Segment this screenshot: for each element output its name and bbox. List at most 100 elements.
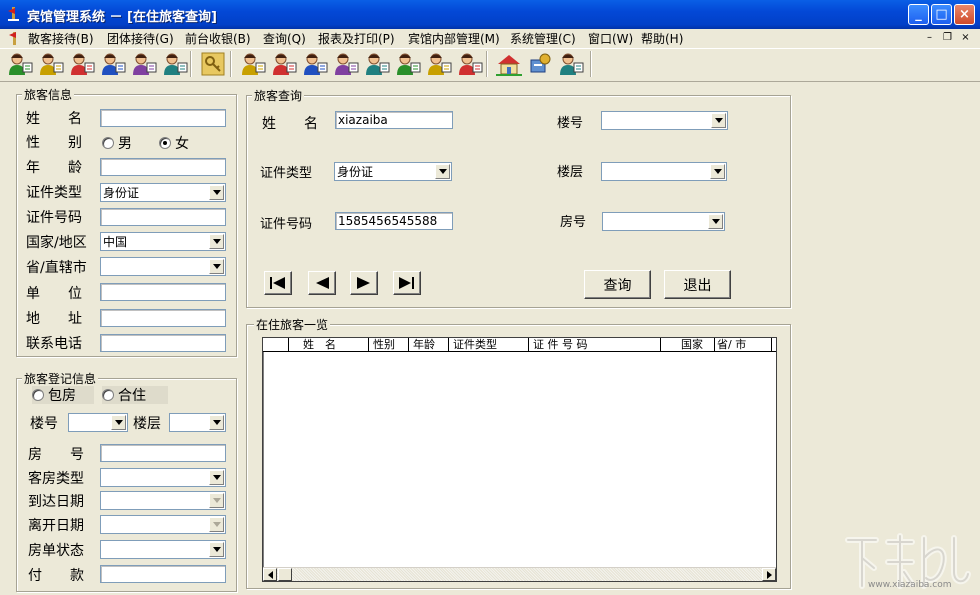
- id-number-field[interactable]: [100, 208, 226, 226]
- menu-internal[interactable]: 宾馆内部管理(M): [408, 30, 500, 47]
- user-icon: [560, 53, 584, 75]
- key-button[interactable]: [200, 51, 226, 77]
- maximize-button[interactable]: □: [931, 4, 952, 25]
- phone-field[interactable]: [100, 334, 226, 352]
- group-checkout-button[interactable]: [131, 51, 157, 77]
- company-field[interactable]: [100, 283, 226, 301]
- guest-transfer-icon: [71, 53, 95, 75]
- menu-query[interactable]: 查询(Q): [263, 30, 306, 47]
- option-shared-room-radio[interactable]: 合住: [102, 386, 168, 404]
- query-floor-label: 楼层: [557, 165, 584, 180]
- menu-cashier[interactable]: 前台收银(B): [185, 30, 251, 47]
- age-field[interactable]: [100, 158, 226, 176]
- next-record-button[interactable]: [350, 271, 378, 295]
- query-room-button[interactable]: [271, 51, 297, 77]
- column-header-id-type[interactable]: 证件类型: [449, 338, 529, 352]
- room-number-label: 房 号: [28, 447, 84, 463]
- gender-male-radio[interactable]: 男: [102, 134, 150, 152]
- province-select[interactable]: [100, 257, 226, 276]
- report-button[interactable]: [333, 51, 359, 77]
- query-id-type-select[interactable]: 身份证: [334, 162, 452, 181]
- menu-window[interactable]: 窗口(W): [588, 30, 633, 47]
- room-status-select[interactable]: [100, 540, 226, 559]
- mdi-minimize-button[interactable]: –: [922, 31, 937, 45]
- print-icon: [366, 53, 390, 75]
- exit-button[interactable]: 退出: [664, 270, 731, 299]
- mdi-close-button[interactable]: ×: [958, 31, 973, 45]
- room-type-select[interactable]: [100, 468, 226, 487]
- last-record-button[interactable]: [393, 271, 421, 295]
- chevron-down-icon: [209, 493, 224, 508]
- gender-female-radio[interactable]: 女: [159, 134, 207, 152]
- settings-button[interactable]: [457, 51, 483, 77]
- departure-date-picker[interactable]: [100, 515, 226, 534]
- menu-reports[interactable]: 报表及打印(P): [318, 30, 395, 47]
- chevron-down-icon: [111, 415, 126, 430]
- id-type-select[interactable]: 身份证: [100, 183, 226, 202]
- option-whole-room-radio[interactable]: 包房: [32, 386, 94, 404]
- column-header-country[interactable]: 国家: [661, 338, 715, 352]
- chevron-down-icon: [209, 234, 224, 249]
- menu-help[interactable]: 帮助(H): [641, 30, 683, 47]
- scrollbar-thumb[interactable]: [278, 568, 292, 581]
- guest-list-table[interactable]: 姓 名 性别 年龄 证件类型 证 件 号 码 国家 省/ 市: [262, 337, 777, 582]
- chevron-down-icon: [209, 470, 224, 485]
- column-header-province[interactable]: 省/ 市: [715, 338, 772, 352]
- menu-walkin[interactable]: 散客接待(B): [28, 30, 94, 47]
- query-room-select[interactable]: [602, 212, 725, 231]
- chevron-down-icon: [209, 517, 224, 532]
- chevron-down-icon: [711, 113, 726, 128]
- address-field[interactable]: [100, 309, 226, 327]
- query-guest-icon: [242, 53, 266, 75]
- query-floor-select[interactable]: [601, 162, 727, 181]
- query-bill-button[interactable]: [302, 51, 328, 77]
- home-button[interactable]: [496, 51, 522, 77]
- query-building-select[interactable]: [601, 111, 728, 130]
- query-id-type-label: 证件类型: [260, 166, 313, 181]
- horizontal-scrollbar[interactable]: [263, 567, 776, 581]
- menu-group[interactable]: 团体接待(G): [107, 30, 174, 47]
- user-button[interactable]: [558, 51, 584, 77]
- chevron-down-icon: [710, 164, 725, 179]
- group-transfer-button[interactable]: [162, 51, 188, 77]
- column-header-id-number[interactable]: 证 件 号 码: [529, 338, 661, 352]
- guest-checkout-button[interactable]: [38, 51, 64, 77]
- column-header-gender[interactable]: 性别: [369, 338, 409, 352]
- query-name-label: 姓 名: [262, 116, 318, 132]
- staff-button[interactable]: [395, 51, 421, 77]
- group-checkin-button[interactable]: [100, 51, 126, 77]
- tools-button[interactable]: [527, 51, 553, 77]
- close-button[interactable]: ×: [954, 4, 975, 25]
- query-id-number-field[interactable]: 1585456545588: [335, 212, 453, 230]
- chevron-down-icon: [209, 185, 224, 200]
- mdi-restore-button[interactable]: ❐: [940, 31, 955, 45]
- arrival-date-picker[interactable]: [100, 491, 226, 510]
- reg-floor-label: 楼层: [133, 416, 161, 432]
- search-button[interactable]: 查询: [584, 270, 651, 299]
- first-record-button[interactable]: [264, 271, 292, 295]
- gender-label: 性 别: [26, 135, 82, 151]
- scroll-left-button[interactable]: [263, 568, 277, 581]
- column-header-name[interactable]: 姓 名: [289, 338, 369, 352]
- print-button[interactable]: [364, 51, 390, 77]
- column-header-age[interactable]: 年龄: [409, 338, 449, 352]
- minimize-button[interactable]: _: [908, 4, 929, 25]
- query-name-field[interactable]: xiazaiba: [335, 111, 453, 129]
- departure-date-label: 离开日期: [28, 518, 84, 534]
- room-number-field[interactable]: [100, 444, 226, 462]
- payment-field[interactable]: [100, 565, 226, 583]
- name-field[interactable]: [100, 109, 226, 127]
- reg-building-select[interactable]: [68, 413, 128, 432]
- query-guest-button[interactable]: [240, 51, 266, 77]
- previous-record-button[interactable]: [308, 271, 336, 295]
- radio-circle: [32, 389, 44, 401]
- guest-checkin-button[interactable]: [7, 51, 33, 77]
- reg-floor-select[interactable]: [169, 413, 226, 432]
- country-select[interactable]: 中国: [100, 232, 226, 251]
- menu-system[interactable]: 系统管理(C): [510, 30, 576, 47]
- key-icon: [201, 52, 225, 76]
- scroll-right-button[interactable]: [762, 568, 776, 581]
- toolbar-separator: [190, 51, 192, 77]
- inventory-button[interactable]: [426, 51, 452, 77]
- guest-transfer-button[interactable]: [69, 51, 95, 77]
